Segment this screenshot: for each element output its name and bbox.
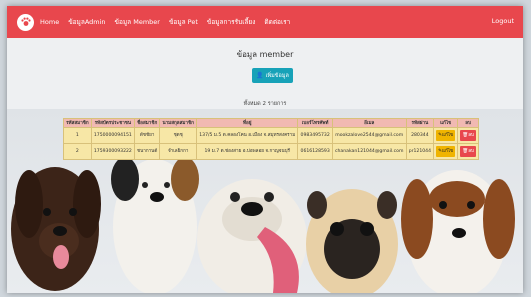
cell-lastname: จำเลยิกกา xyxy=(159,143,197,160)
cell-idcard: 1759300093222 xyxy=(90,143,135,160)
nav-adoption[interactable]: ข้อมูลการรับเลี้ยง xyxy=(207,17,256,27)
browser-frame: Home ข้อมูลAdmin ข้อมูล Member ข้อมูล Pe… xyxy=(7,6,523,293)
col-header: ชื่อสมาชิก xyxy=(133,118,161,128)
col-header: นามสกุลสมาชิก xyxy=(159,118,197,128)
paw-logo-icon[interactable] xyxy=(17,13,34,31)
edit-button[interactable]: ✎แก้ไข xyxy=(436,146,456,157)
navbar: Home ข้อมูลAdmin ข้อมูล Member ข้อมูล Pe… xyxy=(7,6,523,38)
delete-button[interactable]: 🗑ลบ xyxy=(460,146,476,157)
nav-member[interactable]: ข้อมูล Member xyxy=(115,17,160,27)
cell-phone: 0616128593 xyxy=(297,143,333,160)
add-member-button[interactable]: 👤 เพิ่มข้อมูล xyxy=(252,68,293,83)
delete-label: ลบ xyxy=(468,149,474,154)
col-header: รหัสบัตรประชาชน xyxy=(90,118,135,128)
record-count: ทั้งหมด 2 รายการ xyxy=(243,101,287,107)
add-member-label: เพิ่มข้อมูล xyxy=(265,72,289,79)
cell-delete: 🗑ลบ xyxy=(457,127,479,144)
edit-label: แก้ไข xyxy=(442,149,454,154)
cell-edit: ✎แก้ไข xyxy=(433,127,459,144)
member-table: รหัสสมาชิก รหัสบัตรประชาชน ชื่อสมาชิก นา… xyxy=(63,118,479,160)
table-row: 2 1759300093222 ชนากานต์ จำเลยิกกา 19 ม.… xyxy=(63,143,479,160)
cell-delete: 🗑ลบ xyxy=(457,143,479,160)
col-header: รหัสสมาชิก xyxy=(63,118,92,128)
nav-pet[interactable]: ข้อมูล Pet xyxy=(169,17,198,27)
edit-label: แก้ไข xyxy=(442,133,454,138)
logout-link[interactable]: Logout xyxy=(492,17,514,25)
col-header: รหัสผ่าน xyxy=(405,118,435,128)
col-header: อีเมล xyxy=(331,118,407,128)
page-title: ข้อมูล member xyxy=(236,50,294,59)
nav-home[interactable]: Home xyxy=(40,18,59,26)
user-plus-icon: 👤 xyxy=(256,72,264,79)
cell-idcard: 1750000094151 xyxy=(90,127,135,144)
cell-lastname: ชุดชุ xyxy=(159,127,197,144)
cell-id: 2 xyxy=(63,143,92,160)
nav-admin[interactable]: ข้อมูลAdmin xyxy=(68,17,105,27)
cell-email: mookzalove2544@gmail.com xyxy=(331,127,407,144)
cell-id: 1 xyxy=(63,127,92,144)
delete-button[interactable]: 🗑ลบ xyxy=(460,130,476,141)
nav-contact[interactable]: ติดต่อเรา xyxy=(264,17,290,27)
cell-firstname: ชนากานต์ xyxy=(133,143,161,160)
col-header: ที่อยู่ xyxy=(195,118,299,128)
cell-email: chanakan121044@gmail.com xyxy=(331,143,407,160)
cell-password: 280344 xyxy=(405,127,435,144)
col-header: แก้ไข xyxy=(433,118,459,128)
col-header: ลบ xyxy=(457,118,479,128)
table-row: 1 1750000094151 ดัชชัยา ชุดชุ 137/5 ม.5 … xyxy=(63,127,479,144)
cell-firstname: ดัชชัยา xyxy=(133,127,161,144)
cell-edit: ✎แก้ไข xyxy=(433,143,459,160)
cell-address: 19 ม.7 ต.ช่องสาย อ.บ่อพลอย จ.กาญจนบุรี xyxy=(195,143,299,160)
edit-button[interactable]: ✎แก้ไข xyxy=(436,130,456,141)
delete-label: ลบ xyxy=(468,133,474,138)
table-header-row: รหัสสมาชิก รหัสบัตรประชาชน ชื่อสมาชิก นา… xyxy=(63,118,479,128)
cell-address: 137/5 ม.5 ต.คลองโคน อ.เมือง จ.สมุทรสงครา… xyxy=(195,127,299,144)
cell-phone: 0983495732 xyxy=(297,127,333,144)
cell-password: pr121044 xyxy=(405,143,435,160)
col-header: เบอร์โทรศัพท์ xyxy=(297,118,333,128)
